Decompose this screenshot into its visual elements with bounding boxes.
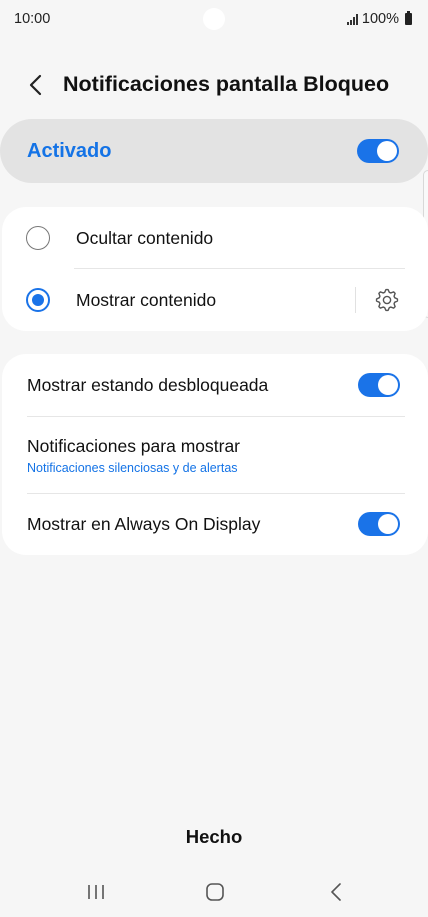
header: Notificaciones pantalla Bloqueo xyxy=(0,62,428,106)
navigation-bar xyxy=(0,872,428,912)
recent-apps-button[interactable] xyxy=(80,878,112,906)
vertical-divider xyxy=(355,287,356,313)
back-button[interactable] xyxy=(22,70,52,100)
done-button[interactable]: Hecho xyxy=(150,820,278,854)
back-arrow-icon xyxy=(29,74,42,96)
radio-hide-content[interactable] xyxy=(26,226,50,250)
always-on-display-label: Mostrar en Always On Display xyxy=(27,514,261,534)
back-icon xyxy=(331,883,341,901)
master-switch-label: Activado xyxy=(27,140,112,162)
page-title: Notificaciones pantalla Bloqueo xyxy=(63,72,390,96)
home-icon xyxy=(206,883,224,901)
switch-knob xyxy=(378,375,398,395)
option-hide-content[interactable]: Ocultar contenido xyxy=(2,207,428,269)
battery-icon xyxy=(405,11,412,25)
recent-apps-icon xyxy=(88,885,104,899)
option-hide-content-label: Ocultar contenido xyxy=(76,228,214,248)
always-on-display-row[interactable]: Mostrar en Always On Display xyxy=(2,494,428,555)
option-show-content-label: Mostrar contenido xyxy=(76,290,217,310)
switch-knob xyxy=(378,514,398,534)
radio-show-content[interactable] xyxy=(26,288,50,312)
nav-back-button[interactable] xyxy=(320,878,352,906)
notifications-to-show-value: Notificaciones silenciosas y de alertas xyxy=(27,461,238,475)
lock-screen-settings-card: Mostrar estando desbloqueada Notificacio… xyxy=(2,354,428,555)
gear-icon xyxy=(375,288,399,312)
status-bar: 10:00 100% xyxy=(0,0,428,38)
show-unlocked-label: Mostrar estando desbloqueada xyxy=(27,375,269,395)
status-time: 10:00 xyxy=(14,11,51,27)
content-options-card: Ocultar contenido Mostrar contenido xyxy=(2,207,428,331)
show-unlocked-switch[interactable] xyxy=(358,373,400,397)
battery-percent: 100% xyxy=(361,11,399,27)
content-settings-button[interactable] xyxy=(373,286,401,314)
notifications-to-show-row[interactable]: Notificaciones para mostrar Notificacion… xyxy=(2,417,428,493)
switch-knob xyxy=(377,141,397,161)
camera-cutout xyxy=(203,8,225,30)
home-button[interactable] xyxy=(199,878,231,906)
show-unlocked-row[interactable]: Mostrar estando desbloqueada xyxy=(2,354,428,416)
always-on-display-switch[interactable] xyxy=(358,512,400,536)
master-switch[interactable] xyxy=(357,139,399,163)
master-switch-row[interactable]: Activado xyxy=(0,119,428,183)
option-show-content[interactable]: Mostrar contenido xyxy=(2,269,428,331)
notifications-to-show-label: Notificaciones para mostrar xyxy=(27,436,240,456)
signal-icon xyxy=(346,13,358,25)
status-indicators: 100% xyxy=(346,11,412,27)
